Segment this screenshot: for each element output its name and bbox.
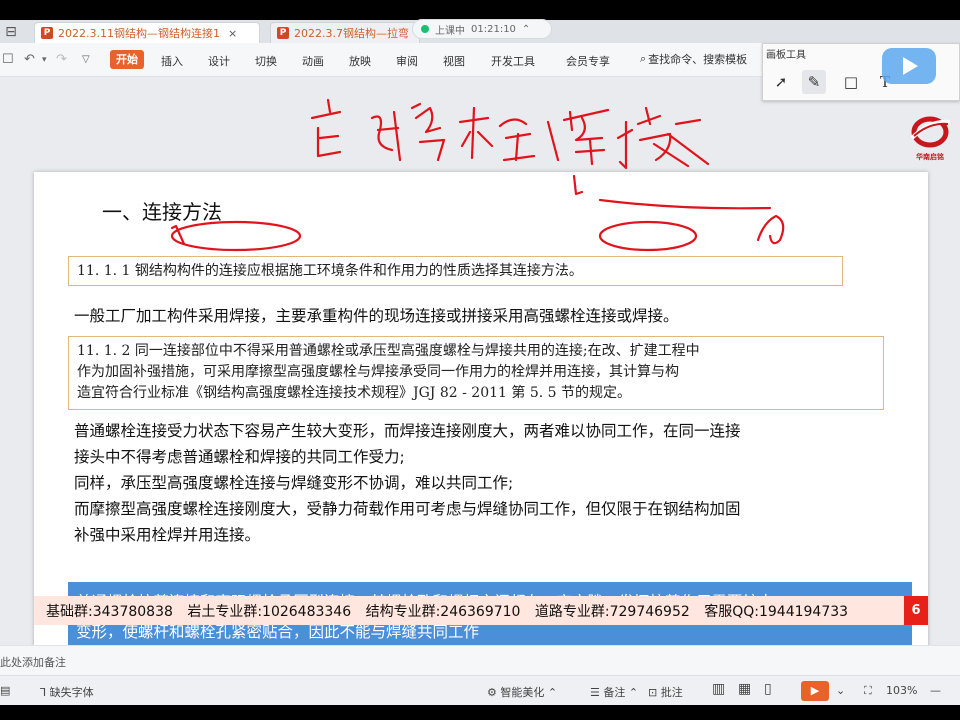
smart-beautify-button[interactable]: ⚙ 智能美化 ⌃ [487, 684, 557, 700]
menu-start[interactable]: 开始 [110, 50, 144, 69]
slideshow-play-button[interactable]: ▶ [801, 681, 829, 701]
explanation-line: 接头中不得考虑普通螺栓和焊接的共同工作受力; [74, 448, 405, 466]
tab-menu-icon[interactable]: ⊟ [2, 23, 20, 41]
document-icon[interactable]: ☐ [2, 52, 14, 67]
status-bar: ▤ Ꞁ 缺失字体 ⚙ 智能美化 ⌃ ☰ 备注 ⌃ ⊡ 批注 ▥ ▦ ▯ ▶ ⌄ … [0, 675, 960, 705]
live-dot-icon [421, 25, 429, 33]
menu-insert[interactable]: 插入 [161, 53, 183, 69]
pen-icon[interactable]: ✎ [802, 70, 826, 94]
close-icon[interactable]: × [228, 27, 237, 40]
chevron-up-icon: ⌃ [547, 686, 558, 699]
normal-view-icon[interactable]: ▥ [712, 681, 725, 697]
tab-document-2[interactable]: P 2022.3.7钢结构—拉弯 [270, 22, 420, 43]
standard-clause-11-1-2: 11. 1. 2 同一连接部位中不得采用普通螺栓或承压型高强度螺栓与焊接共用的连… [68, 336, 884, 410]
explanation-line: 而摩擦型高强度螺栓连接刚度大，受静力荷载作用可考虑与焊缝协同工作，但仅限于在钢结… [74, 500, 741, 518]
logo-mark-icon [910, 116, 951, 148]
tab-label: 2022.3.11钢结构—钢结构连接1 [58, 27, 220, 40]
slide-area: 一、连接方法 11. 1. 1 钢结构构件的连接应根据施工环境条件和作用力的性质… [0, 77, 960, 702]
chevron-down-icon[interactable]: ▾ [42, 55, 47, 65]
slide-title: 一、连接方法 [102, 200, 222, 224]
fit-window-icon[interactable]: ⛶ [864, 684, 872, 698]
notes-pane[interactable]: 此处添加备注 [0, 645, 960, 675]
quick-access-icon[interactable]: ▽ [82, 54, 90, 65]
beautify-icon: ⚙ [487, 686, 497, 699]
top-black-bar [0, 0, 960, 20]
ppt-icon: P [41, 27, 53, 39]
reading-view-icon[interactable]: ▯ [764, 681, 772, 697]
notes-label: 备注 [603, 686, 626, 699]
notes-icon: ☰ [590, 686, 600, 699]
command-search[interactable]: ⌕ 查找命令、搜索模板 [640, 51, 747, 67]
menu-member[interactable]: 会员专享 [566, 53, 610, 69]
tab-label: 2022.3.7钢结构—拉弯 [294, 27, 409, 40]
class-timer: 01:21:10 [471, 23, 516, 35]
logo-text: 华南启铭 [916, 153, 944, 161]
menu-developer[interactable]: 开发工具 [491, 53, 535, 69]
undo-icon[interactable]: ↶ [24, 52, 35, 67]
rectangle-icon[interactable]: □ [839, 70, 863, 94]
chevron-down-icon[interactable]: ⌄ [836, 684, 845, 697]
zoom-out-button[interactable]: — [930, 684, 941, 697]
comment-icon: ⊡ [648, 686, 658, 699]
menu-review[interactable]: 审阅 [396, 53, 418, 69]
contact-strip: 基础群:343780838 岩土专业群:1026483346 结构专业群:246… [34, 596, 928, 625]
menu-transition[interactable]: 切换 [255, 53, 277, 69]
menu-slideshow[interactable]: 放映 [349, 53, 371, 69]
font-icon: Ꞁ [40, 686, 47, 699]
video-play-badge-icon[interactable] [880, 46, 938, 86]
clause-line: 造宜符合行业标准《钢结构高强度螺栓连接技术规程》JGJ 82 - 2011 第 … [77, 385, 631, 401]
menu-design[interactable]: 设计 [208, 53, 230, 69]
class-status-pill[interactable]: 上课中 01:21:10 ⌃ [412, 19, 552, 39]
beautify-label: 智能美化 [500, 686, 545, 699]
annotate-label: 批注 [660, 686, 683, 699]
page-number-badge: 6 [904, 596, 928, 625]
ppt-icon: P [277, 27, 289, 39]
notes-button[interactable]: ☰ 备注 ⌃ [590, 684, 638, 700]
annotate-button[interactable]: ⊡ 批注 [648, 684, 683, 700]
sorter-view-icon[interactable]: ▦ [738, 681, 751, 697]
company-logo: 华南启铭 [906, 112, 954, 162]
redo-icon[interactable]: ↷ [56, 52, 67, 67]
clause-text: 11. 1. 1 钢结构构件的连接应根据施工环境条件和作用力的性质选择其连接方法… [77, 263, 583, 279]
standard-clause-11-1-1: 11. 1. 1 钢结构构件的连接应根据施工环境条件和作用力的性质选择其连接方法… [68, 256, 843, 286]
missing-font-label: 缺失字体 [49, 686, 94, 699]
explanation-line: 同样，承压型高强度螺栓连接与焊缝变形不协调，难以共同工作; [74, 474, 514, 492]
search-icon: ⌕ [640, 52, 647, 65]
general-statement: 一般工厂加工构件采用焊接，主要承重构件的现场连接或拼接采用高强螺栓连接或焊接。 [74, 307, 679, 325]
clause-line: 作为加固补强措施，可采用摩擦型高强度螺栓与焊接承受同一作用力的栓焊并用连接，其计… [77, 364, 679, 380]
explanation-line: 普通螺栓连接受力状态下容易产生较大变形，而焊接连接刚度大，两者难以协同工作，在同… [74, 422, 741, 440]
explanation-paragraph: 普通螺栓连接受力状态下容易产生较大变形，而焊接连接刚度大，两者难以协同工作，在同… [74, 418, 874, 548]
bottom-black-bar [0, 705, 960, 720]
tab-document-1[interactable]: P 2022.3.11钢结构—钢结构连接1 × [34, 22, 260, 43]
menu-animation[interactable]: 动画 [302, 53, 324, 69]
slide-panel-icon[interactable]: ▤ [0, 684, 10, 697]
search-label: 查找命令、搜索模板 [648, 53, 748, 66]
missing-font-button[interactable]: Ꞁ 缺失字体 [40, 684, 94, 700]
pointer-icon[interactable]: ➚ [769, 70, 793, 94]
menu-view[interactable]: 视图 [443, 53, 465, 69]
drawing-panel-title: 画板工具 [766, 50, 806, 61]
notes-placeholder: 此处添加备注 [0, 656, 66, 669]
chevron-up-icon: ⌃ [628, 686, 639, 699]
class-status-label: 上课中 [435, 25, 465, 37]
screen: ⊟ P 2022.3.11钢结构—钢结构连接1 × P 2022.3.7钢结构—… [0, 0, 960, 720]
chevron-up-icon[interactable]: ⌃ [522, 24, 530, 35]
zoom-level[interactable]: 103% [886, 684, 917, 697]
explanation-line: 补强中采用栓焊并用连接。 [74, 526, 261, 544]
contact-text: 基础群:343780838 岩土专业群:1026483346 结构专业群:246… [46, 604, 849, 620]
clause-line: 11. 1. 2 同一连接部位中不得采用普通螺栓或承压型高强度螺栓与焊接共用的连… [77, 343, 700, 359]
